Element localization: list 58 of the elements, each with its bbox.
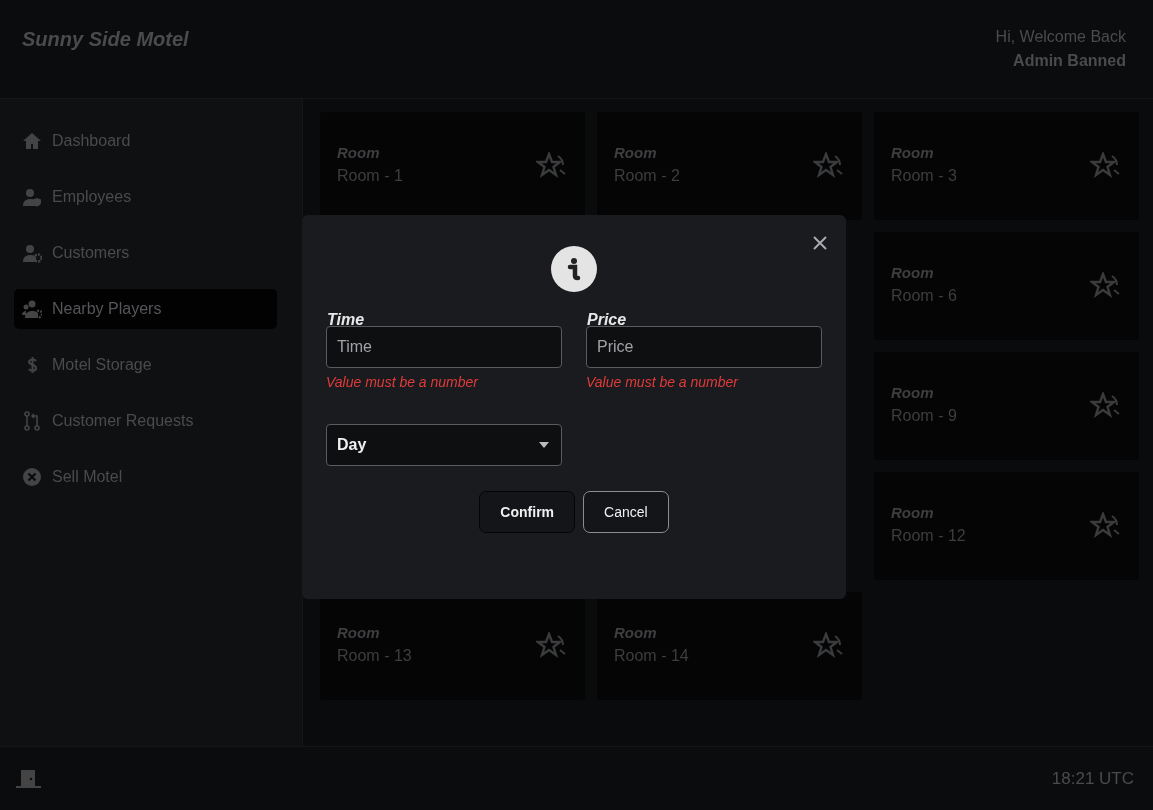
room-name: Room - 3 — [891, 166, 957, 185]
error-message: Value must be a number — [586, 374, 740, 390]
dropdown-caret-icon — [539, 442, 549, 448]
room-card[interactable]: Room Room - 6 — [874, 232, 1139, 340]
room-heading: Room — [337, 623, 381, 641]
users-gear-icon — [22, 299, 42, 319]
room-name: Room - 6 — [891, 286, 957, 305]
home-icon — [22, 131, 42, 151]
sidebar-item[interactable]: Dashboard — [14, 121, 277, 161]
sidebar-item[interactable]: Nearby Players — [14, 289, 277, 329]
room-heading: Room — [891, 503, 935, 521]
sidebar-item[interactable]: Employees — [14, 177, 277, 217]
room-name: Room - 9 — [891, 406, 957, 425]
star-icon[interactable] — [1090, 392, 1122, 420]
field-label: Time — [327, 311, 366, 329]
star-icon[interactable] — [813, 632, 845, 660]
info-icon — [550, 245, 598, 293]
room-heading: Room — [891, 263, 935, 281]
room-name: Room - 13 — [337, 646, 412, 665]
sidebar-item[interactable]: Customers — [14, 233, 277, 273]
room-heading: Room — [891, 143, 935, 161]
app-title: Sunny Side Motel — [22, 28, 189, 51]
star-icon[interactable] — [536, 152, 568, 180]
room-card[interactable]: Room Room - 12 — [874, 472, 1139, 580]
input-field[interactable]: Price — [586, 326, 822, 368]
room-name: Room - 12 — [891, 526, 966, 545]
room-card[interactable]: Room Room - 2 — [597, 112, 862, 220]
close-icon[interactable] — [812, 235, 828, 251]
star-icon[interactable] — [813, 152, 845, 180]
user-name: Admin Banned — [1013, 52, 1126, 70]
room-card[interactable]: Room Room - 14 — [597, 592, 862, 700]
sidebar-item[interactable]: Customer Requests — [14, 401, 277, 441]
room-heading: Room — [337, 143, 381, 161]
x-circle-icon — [22, 467, 42, 487]
period-select[interactable]: Day — [326, 424, 562, 466]
clock-time: 18:21 UTC — [1051, 768, 1134, 789]
cancel-button[interactable]: Cancel — [583, 491, 669, 533]
field-label: Price — [587, 311, 628, 329]
room-name: Room - 14 — [614, 646, 689, 665]
sidebar-item[interactable]: Sell Motel — [14, 457, 277, 497]
room-name: Room - 2 — [614, 166, 680, 185]
sidebar-item[interactable]: Motel Storage — [14, 345, 277, 385]
star-icon[interactable] — [1090, 152, 1122, 180]
user-gear-icon — [22, 243, 42, 263]
room-card[interactable]: Room Room - 9 — [874, 352, 1139, 460]
room-heading: Room — [614, 623, 658, 641]
star-icon[interactable] — [536, 632, 568, 660]
room-name: Room - 1 — [337, 166, 403, 185]
input-field[interactable]: Time — [326, 326, 562, 368]
room-heading: Room — [891, 383, 935, 401]
confirm-button[interactable]: Confirm — [479, 491, 576, 533]
star-icon[interactable] — [1090, 272, 1122, 300]
door-icon[interactable] — [16, 768, 41, 789]
star-icon[interactable] — [1090, 512, 1122, 540]
greeting-text: Hi, Welcome Back — [995, 28, 1126, 46]
room-card[interactable]: Room Room - 3 — [874, 112, 1139, 220]
error-message: Value must be a number — [326, 374, 480, 390]
room-heading: Room — [614, 143, 658, 161]
